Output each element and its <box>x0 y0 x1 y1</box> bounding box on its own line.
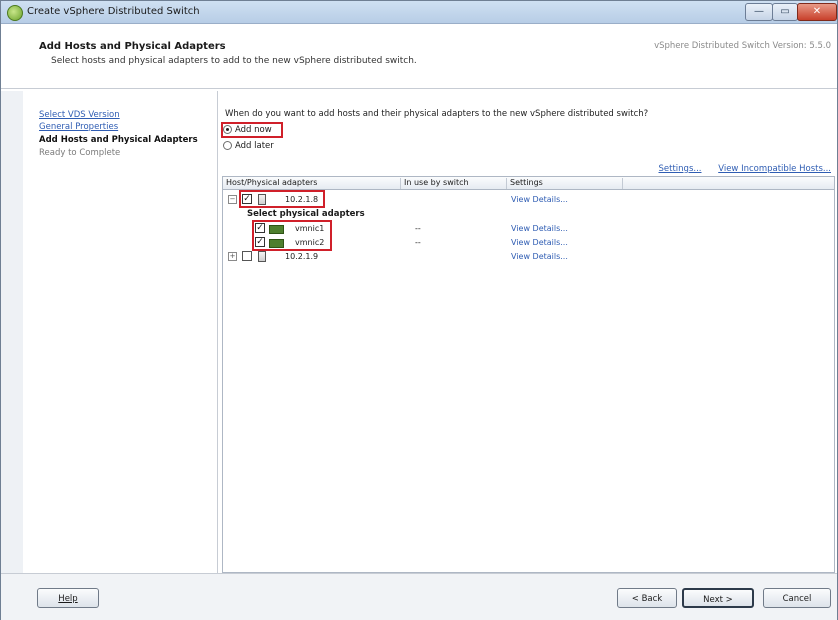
wizard-steps: Select VDS Version General Properties Ad… <box>23 91 218 573</box>
left-margin <box>1 91 24 573</box>
table-header: Host/Physical adapters In use by switch … <box>223 177 834 190</box>
vmnic2-in-use: -- <box>415 238 421 247</box>
hosts-adapters-table: Host/Physical adapters In use by switch … <box>222 176 835 573</box>
version-label: vSphere Distributed Switch Version: 5.5.… <box>654 41 831 51</box>
step-ready-to-complete: Ready to Complete <box>39 148 121 158</box>
back-button[interactable]: < Back <box>617 588 677 608</box>
radio-add-later[interactable]: Add later <box>223 139 274 152</box>
page-subtitle: Select hosts and physical adapters to ad… <box>51 56 417 66</box>
host-2-view-details[interactable]: View Details... <box>511 252 568 261</box>
col-in-use[interactable]: In use by switch <box>401 178 507 189</box>
host-2-checkbox[interactable] <box>242 251 252 261</box>
collapse-host-1-icon[interactable]: − <box>228 195 237 204</box>
window-title: Create vSphere Distributed Switch <box>27 6 200 17</box>
page-title: Add Hosts and Physical Adapters <box>39 41 226 52</box>
vmnic1-view-details[interactable]: View Details... <box>511 224 568 233</box>
step-select-vds-version[interactable]: Select VDS Version <box>39 110 120 120</box>
settings-link[interactable]: Settings... <box>659 164 702 174</box>
col-host-adapters[interactable]: Host/Physical adapters <box>223 178 401 189</box>
minimize-button[interactable]: — <box>745 3 773 21</box>
wizard-footer: Help < Back Next > Cancel <box>1 573 837 620</box>
wizard-content: When do you want to add hosts and their … <box>219 91 837 573</box>
highlight-host-1 <box>239 190 325 208</box>
view-incompatible-hosts-link[interactable]: View Incompatible Hosts... <box>718 164 831 174</box>
wizard-header: Add Hosts and Physical Adapters Select h… <box>1 24 837 89</box>
vmnic1-in-use: -- <box>415 224 421 233</box>
step-general-properties[interactable]: General Properties <box>39 122 118 132</box>
step-add-hosts: Add Hosts and Physical Adapters <box>39 135 198 145</box>
host-1-view-details[interactable]: View Details... <box>511 195 568 204</box>
host-2-name: 10.2.1.9 <box>285 252 319 261</box>
maximize-button[interactable]: ▭ <box>772 3 798 21</box>
table-links: Settings... View Incompatible Hosts... <box>645 164 831 174</box>
radio-add-later-dot[interactable] <box>223 141 232 150</box>
vsphere-app-icon <box>7 5 23 21</box>
highlight-vmnics <box>252 220 332 251</box>
highlight-add-now <box>221 122 283 138</box>
radio-add-later-label: Add later <box>235 140 274 151</box>
select-physical-adapters-label: Select physical adapters <box>247 209 365 219</box>
vmnic2-view-details[interactable]: View Details... <box>511 238 568 247</box>
cancel-button[interactable]: Cancel <box>763 588 831 608</box>
expand-host-2-icon[interactable]: + <box>228 252 237 261</box>
title-bar[interactable]: Create vSphere Distributed Switch — ▭ ✕ <box>1 1 837 24</box>
question-text: When do you want to add hosts and their … <box>225 109 649 119</box>
col-settings[interactable]: Settings <box>507 178 623 189</box>
host-icon <box>258 251 266 262</box>
next-button[interactable]: Next > <box>682 588 754 608</box>
close-button[interactable]: ✕ <box>797 3 837 21</box>
help-button[interactable]: Help <box>37 588 99 608</box>
wizard-window: Create vSphere Distributed Switch — ▭ ✕ … <box>0 0 838 620</box>
